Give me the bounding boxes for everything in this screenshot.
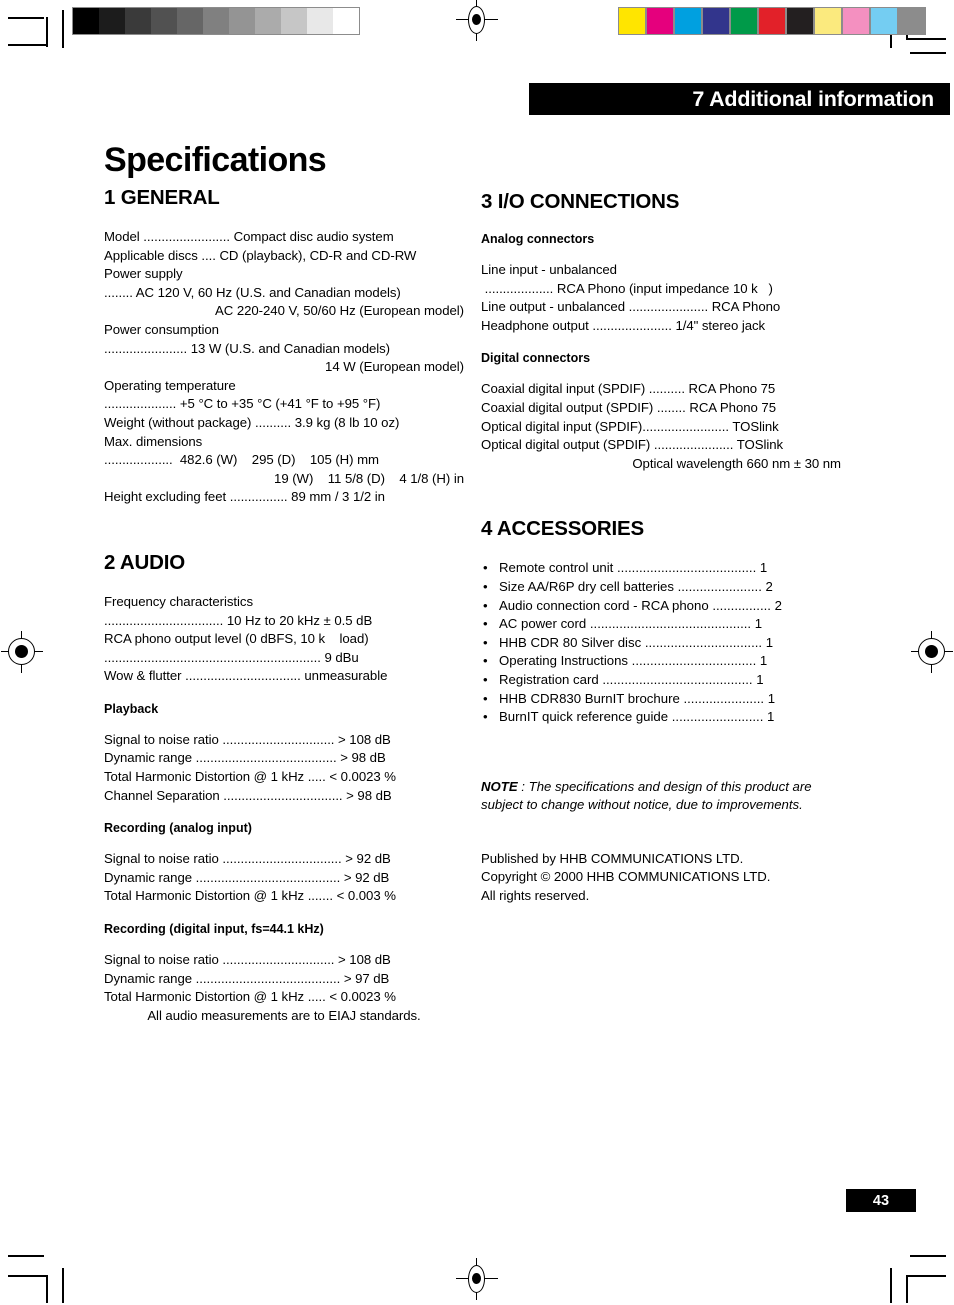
publisher-info: Published by HHB COMMUNICATIONS LTD. Copy… [481, 850, 841, 906]
spec-line: Signal to noise ratio ..................… [104, 952, 391, 968]
spec-line: Power consumption [104, 321, 219, 337]
spec-line: Optical wavelength 660 nm ± 30 nm [632, 455, 841, 471]
page-number-label: 43 [872, 1192, 890, 1209]
spec-line: Line output - unbalanced ...............… [481, 299, 781, 315]
spec-line: AC 220-240 V, 50/60 Hz (European model) [214, 303, 464, 319]
list-item-label: HHB CDR830 BurnIT brochure .............… [499, 690, 776, 706]
subheading-playback: Playback [104, 701, 159, 716]
bullet-icon: • [483, 616, 488, 632]
subheading-recording-analog: Recording (analog input) [104, 821, 252, 836]
right-column: 3 I/O CONNECTIONS Analog connectors Line… [481, 190, 841, 905]
spec-line: Total Harmonic Distortion @ 1 kHz ..... … [104, 989, 396, 1005]
list-item-label: BurnIT quick reference guide ...........… [499, 709, 775, 725]
bullet-icon: • [483, 578, 488, 594]
list-item-label: Remote control unit ....................… [499, 560, 768, 576]
list-item: • Remote control unit ...................… [481, 559, 841, 578]
section-heading-io-connections: 3 I/O CONNECTIONS [481, 190, 680, 213]
subheading-digital-connectors: Digital connectors [481, 351, 591, 366]
bullet-icon: • [483, 560, 488, 576]
left-column: 1 GENERAL Model ........................… [104, 186, 464, 1025]
spec-line: .................... +5 °C to +35 °C (+4… [104, 396, 381, 412]
audio-spec-list: Frequency characteristics...............… [104, 593, 464, 686]
recording-analog-spec-list: Signal to noise ratio ..................… [104, 850, 464, 906]
note-text: : The specifications and design of this … [481, 778, 812, 813]
list-item-label: Audio connection cord - RCA phono ......… [499, 597, 782, 613]
recording-digital-spec-list: Signal to noise ratio ..................… [104, 951, 464, 1007]
spec-line: Power supply [104, 266, 183, 282]
bullet-icon: • [483, 634, 488, 650]
bullet-icon: • [483, 690, 488, 706]
spec-line: Dynamic range ..........................… [104, 750, 386, 766]
section-heading-audio: 2 AUDIO [104, 550, 185, 574]
list-item: • Operating Instructions ................… [481, 652, 841, 671]
accessories-list: • Remote control unit ...................… [481, 559, 841, 726]
section-heading-accessories: 4 ACCESSORIES [481, 517, 644, 541]
spec-line: ................... 482.6 (W) 295 (D) 10… [104, 452, 379, 468]
spec-line: Optical digital input (SPDIF)...........… [481, 418, 779, 434]
spec-line: All rights reserved. [481, 887, 590, 903]
spec-line: Signal to noise ratio ..................… [104, 851, 391, 867]
spec-line: Model ........................ Compact d… [104, 229, 394, 244]
spec-line: Line input - unbalanced [481, 262, 617, 277]
chapter-header-band: 7 Additional information [529, 83, 950, 115]
spec-line: Headphone output ...................... … [481, 317, 766, 333]
list-item-label: Registration card ......................… [499, 671, 764, 687]
spec-line: Total Harmonic Distortion @ 1 kHz ..... … [104, 769, 396, 785]
section-heading-general: 1 GENERAL [104, 186, 220, 209]
spec-line: Frequency characteristics [104, 593, 253, 609]
spec-line: Total Harmonic Distortion @ 1 kHz ......… [104, 888, 396, 904]
spec-line: Channel Separation .....................… [104, 787, 392, 803]
spec-line: RCA phono output level (0 dBFS, 10 k loa… [104, 631, 369, 647]
list-item-label: HHB CDR 80 Silver disc .................… [499, 634, 774, 650]
chapter-header-label: 7 Additional information [692, 86, 934, 111]
list-item-label: AC power cord ..........................… [499, 616, 763, 632]
bullet-icon: • [483, 671, 488, 687]
note-label: NOTE [481, 778, 518, 794]
spec-line: ........ AC 120 V, 60 Hz (U.S. and Canad… [104, 284, 401, 300]
spec-line: ................... RCA Phono (input imp… [481, 280, 773, 296]
subheading-recording-digital: Recording (digital input, fs=44.1 kHz) [104, 922, 324, 937]
list-item: • BurnIT quick reference guide ..........… [481, 708, 841, 727]
list-item-label: Size AA/R6P dry cell batteries .........… [499, 578, 773, 594]
spec-line: Optical digital output (SPDIF) .........… [481, 437, 784, 453]
page-title: Specifications [104, 140, 327, 179]
spec-line: 19 (W) 11 5/8 (D) 4 1/8 (H) in [274, 470, 464, 486]
spec-line: Height excluding feet ................ 8… [104, 489, 385, 505]
spec-line: Weight (without package) .......... 3.9 … [104, 414, 400, 430]
specifications-note: NOTE : The specifications and design of … [481, 778, 841, 815]
spec-line: Max. dimensions [104, 433, 203, 449]
spec-line: Signal to noise ratio ..................… [104, 731, 391, 747]
digital-connector-list: Coaxial digital input (SPDIF) ..........… [481, 380, 841, 473]
analog-connector-list: Line input - unbalanced ................… [481, 261, 841, 335]
subheading-analog-connectors: Analog connectors [481, 232, 595, 246]
page-number-badge: 43 [846, 1189, 916, 1212]
list-item: • Audio connection cord - RCA phono .....… [481, 597, 841, 616]
spec-line: Dynamic range ..........................… [104, 869, 390, 885]
document-page: 7 Additional information Specifications … [0, 0, 954, 1305]
list-item: • HHB CDR 80 Silver disc ................… [481, 634, 841, 653]
spec-line: Applicable discs .... CD (playback), CD-… [104, 247, 417, 263]
bullet-icon: • [483, 709, 488, 725]
spec-line: ........................................… [104, 649, 359, 665]
list-item: • Size AA/R6P dry cell batteries ........… [481, 578, 841, 597]
eiaj-footnote: All audio measurements are to EIAJ stand… [147, 1007, 421, 1023]
spec-line: 14 W (European model) [325, 359, 464, 375]
list-item: • Registration card .....................… [481, 671, 841, 690]
spec-line: Operating temperature [104, 377, 236, 393]
spec-line: Wow & flutter ..........................… [104, 668, 388, 684]
spec-line: ....................... 13 W (U.S. and C… [104, 340, 391, 356]
bullet-icon: • [483, 597, 488, 613]
bullet-icon: • [483, 653, 488, 669]
playback-spec-list: Signal to noise ratio ..................… [104, 731, 464, 805]
spec-line: Copyright © 2000 HHB COMMUNICATIONS LTD. [481, 869, 771, 885]
spec-line: Coaxial digital output (SPDIF) ........ … [481, 399, 776, 415]
spec-line: Published by HHB COMMUNICATIONS LTD. [481, 850, 744, 866]
spec-line: ................................. 10 Hz … [104, 612, 373, 628]
list-item: • HHB CDR830 BurnIT brochure ............… [481, 690, 841, 709]
general-spec-list: Model ........................ Compact d… [104, 228, 464, 507]
list-item-label: Operating Instructions .................… [499, 653, 768, 669]
spec-line: Dynamic range ..........................… [104, 970, 390, 986]
list-item: • AC power cord .........................… [481, 615, 841, 634]
spec-line: Coaxial digital input (SPDIF) ..........… [481, 381, 776, 397]
